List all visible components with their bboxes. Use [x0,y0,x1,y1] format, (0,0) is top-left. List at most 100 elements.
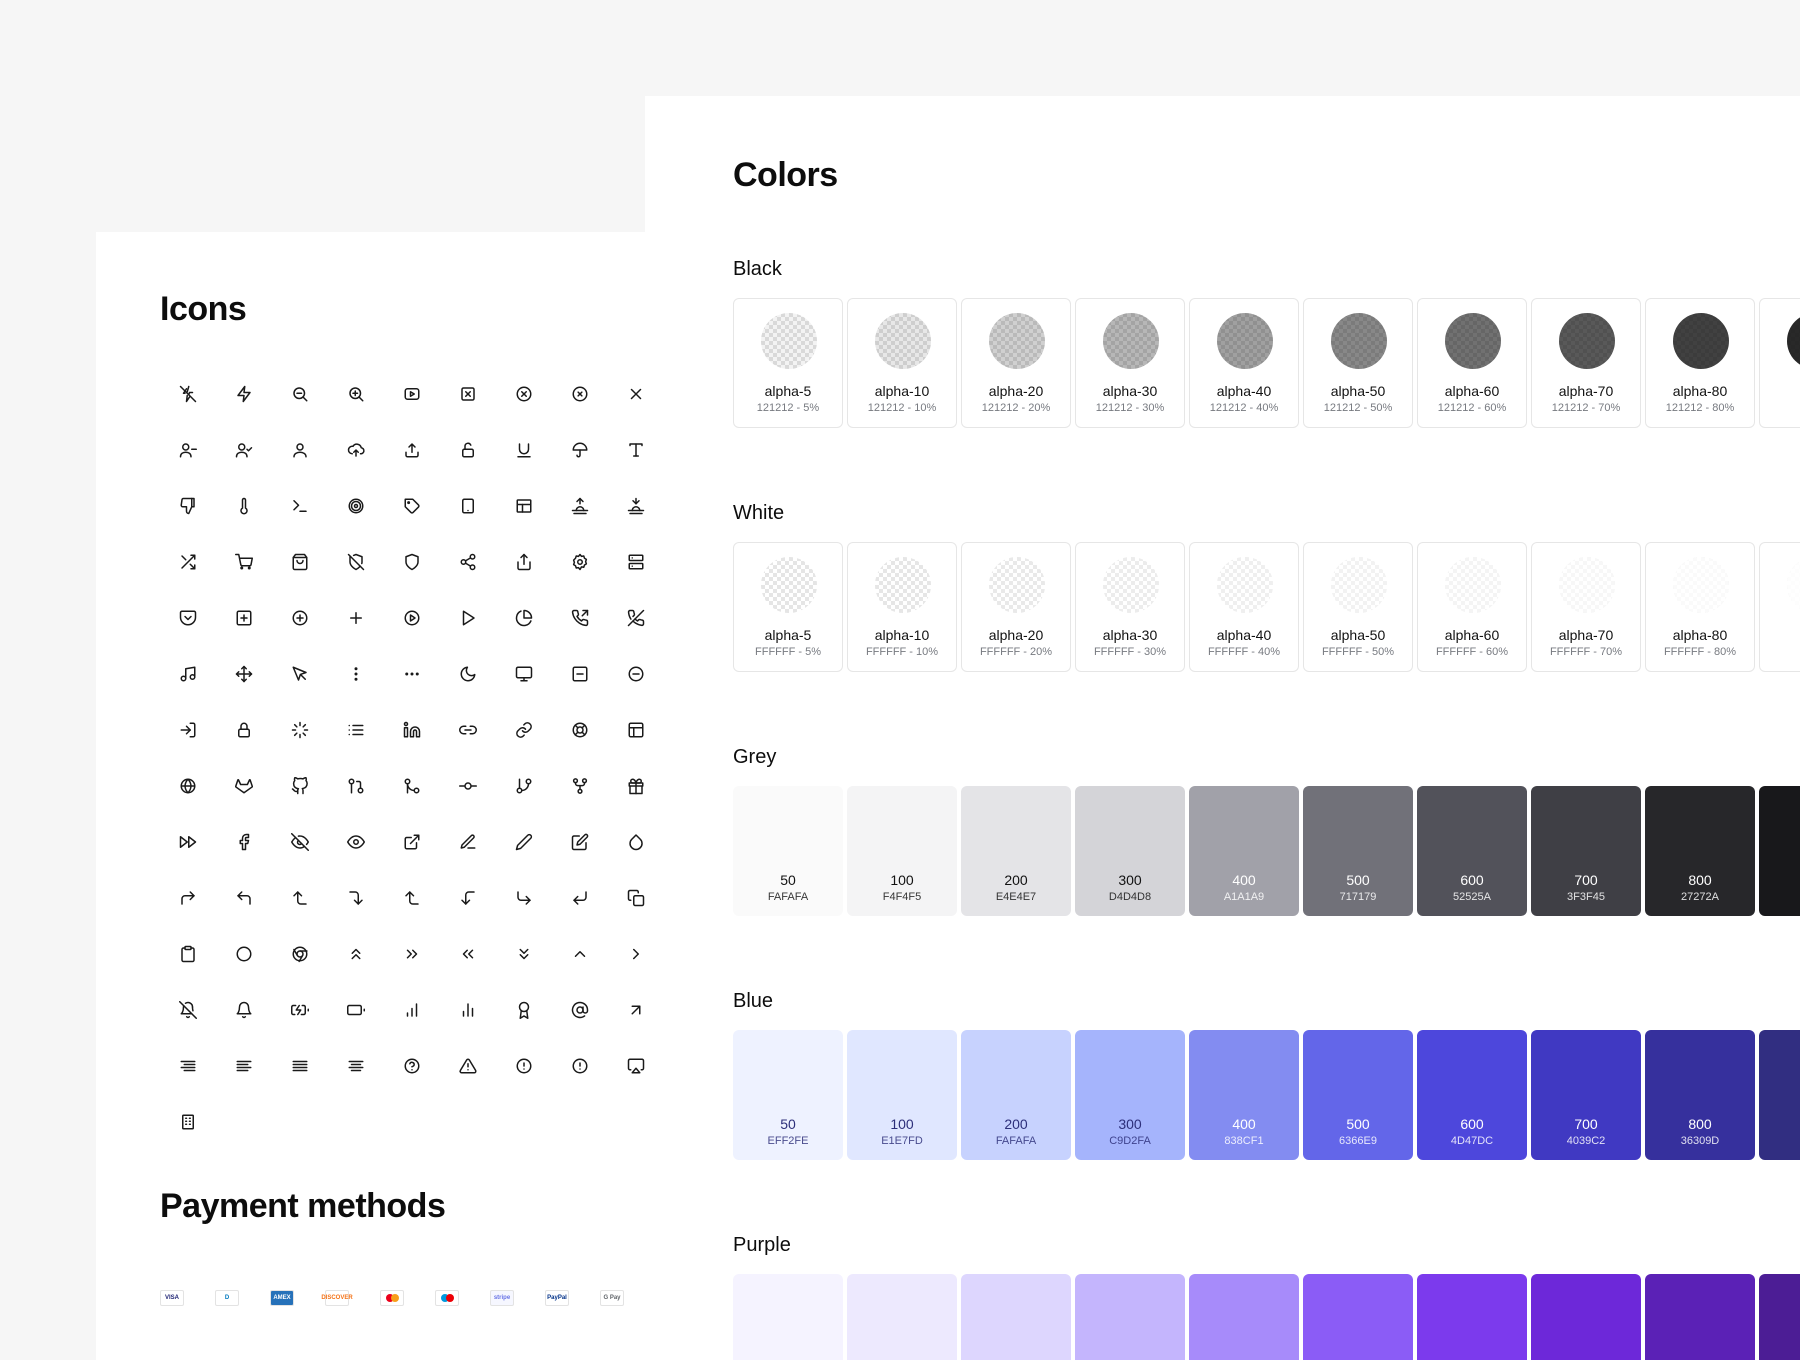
color-swatch-blue[interactable]: 100 E1E7FD [847,1030,957,1160]
color-swatch-white[interactable]: alpha-50 FFFFFF - 50% [1303,542,1413,672]
alert-octagon-icon[interactable] [552,1038,608,1094]
color-swatch-white[interactable]: alpha-30 FFFFFF - 30% [1075,542,1185,672]
chevron-right-icon[interactable] [608,926,645,982]
pocket-icon[interactable] [160,590,216,646]
color-swatch-grey[interactable]: 700 3F3F45 [1531,786,1641,916]
shopping-bag-icon[interactable] [272,534,328,590]
award-icon[interactable] [496,982,552,1038]
discover-card-icon[interactable]: DISCOVER [321,1286,380,1310]
chevrons-down-icon[interactable] [496,926,552,982]
chevrons-right-icon[interactable] [384,926,440,982]
color-swatch-black[interactable]: alpha-5 121212 - 5% [733,298,843,428]
color-swatch-grey[interactable] [1759,786,1800,916]
color-swatch-grey[interactable]: 100 F4F4F5 [847,786,957,916]
plus-icon[interactable] [328,590,384,646]
color-swatch-grey[interactable]: 400 A1A1A9 [1189,786,1299,916]
external-link-icon[interactable] [384,814,440,870]
at-sign-icon[interactable] [552,982,608,1038]
visa-card-icon[interactable]: VISA [160,1286,215,1310]
loader-icon[interactable] [272,702,328,758]
user-check-icon[interactable] [216,422,272,478]
list-icon[interactable] [328,702,384,758]
fast-forward-icon[interactable] [160,814,216,870]
color-swatch-white[interactable]: alpha-70 FFFFFF - 70% [1531,542,1641,672]
color-swatch-blue[interactable]: 200 FAFAFA [961,1030,1071,1160]
play-circle-icon[interactable] [384,590,440,646]
close-circle-icon[interactable] [496,366,552,422]
flash-icon[interactable] [216,366,272,422]
git-fork-icon[interactable] [552,758,608,814]
color-swatch-black[interactable]: alpha-10 121212 - 10% [847,298,957,428]
minus-square-icon[interactable] [552,646,608,702]
shuffle-icon[interactable] [160,534,216,590]
lock-icon[interactable] [216,702,272,758]
play-square-icon[interactable] [384,366,440,422]
chevrons-left-icon[interactable] [440,926,496,982]
battery-charging-icon[interactable] [272,982,328,1038]
edit-pencil-icon[interactable] [496,814,552,870]
tablet-icon[interactable] [440,478,496,534]
flash-off-icon[interactable] [160,366,216,422]
plus-square-icon[interactable] [216,590,272,646]
color-swatch-purple[interactable] [1075,1274,1185,1360]
eye-icon[interactable] [328,814,384,870]
corner-left-up-icon[interactable] [272,870,328,926]
close-square-icon[interactable] [440,366,496,422]
upload-icon[interactable] [384,422,440,478]
color-swatch-purple[interactable] [1303,1274,1413,1360]
color-swatch-purple[interactable] [1759,1274,1800,1360]
server-icon[interactable] [608,534,645,590]
target-icon[interactable] [328,478,384,534]
gitlab-icon[interactable] [216,758,272,814]
color-swatch-white[interactable]: alpha-5 FFFFFF - 5% [733,542,843,672]
corner-right-down-icon[interactable] [328,870,384,926]
shopping-cart-icon[interactable] [216,534,272,590]
circle-icon[interactable] [216,926,272,982]
eye-off-icon[interactable] [272,814,328,870]
underline-icon[interactable] [496,422,552,478]
type-icon[interactable] [608,422,645,478]
color-swatch-purple[interactable] [847,1274,957,1360]
color-swatch-grey[interactable]: 600 52525A [1417,786,1527,916]
shield-icon[interactable] [384,534,440,590]
color-swatch-blue[interactable] [1759,1030,1800,1160]
music-icon[interactable] [160,646,216,702]
corner-left-down-icon[interactable] [440,870,496,926]
color-swatch-grey[interactable]: 50 FAFAFA [733,786,843,916]
more-horizontal-icon[interactable] [384,646,440,702]
corner-up-left-icon[interactable] [216,870,272,926]
edit-pen-icon[interactable] [440,814,496,870]
shield-off-icon[interactable] [328,534,384,590]
share-up-icon[interactable] [496,534,552,590]
alert-circle-icon[interactable] [496,1038,552,1094]
color-swatch-purple[interactable] [1417,1274,1527,1360]
color-swatch-purple[interactable] [961,1274,1071,1360]
bell-icon[interactable] [216,982,272,1038]
unlock-icon[interactable] [440,422,496,478]
chevron-up-icon[interactable] [552,926,608,982]
facebook-icon[interactable] [216,814,272,870]
color-swatch-purple[interactable] [733,1274,843,1360]
alert-triangle-icon[interactable] [440,1038,496,1094]
git-branch-icon[interactable] [496,758,552,814]
zoom-in-icon[interactable] [328,366,384,422]
umbrella-icon[interactable] [552,422,608,478]
color-swatch-white[interactable]: alpha-10 FFFFFF - 10% [847,542,957,672]
phone-outgoing-icon[interactable] [552,590,608,646]
color-swatch-black[interactable]: alpha-80 121212 - 80% [1645,298,1755,428]
color-swatch-black[interactable]: 1 [1759,298,1800,428]
life-buoy-icon[interactable] [552,702,608,758]
terminal-icon[interactable] [272,478,328,534]
align-left-icon[interactable] [216,1038,272,1094]
google-pay-card-icon[interactable]: G Pay [600,1286,645,1310]
color-swatch-grey[interactable]: 200 E4E4E7 [961,786,1071,916]
bar-chart-2-icon[interactable] [440,982,496,1038]
arrow-up-right-icon[interactable] [608,982,645,1038]
color-swatch-blue[interactable]: 400 838CF1 [1189,1030,1299,1160]
color-swatch-white[interactable]: alpha-60 FFFFFF - 60% [1417,542,1527,672]
git-commit-icon[interactable] [440,758,496,814]
link-2-icon[interactable] [496,702,552,758]
cloud-upload-icon[interactable] [328,422,384,478]
chrome-icon[interactable] [272,926,328,982]
align-justify-icon[interactable] [272,1038,328,1094]
